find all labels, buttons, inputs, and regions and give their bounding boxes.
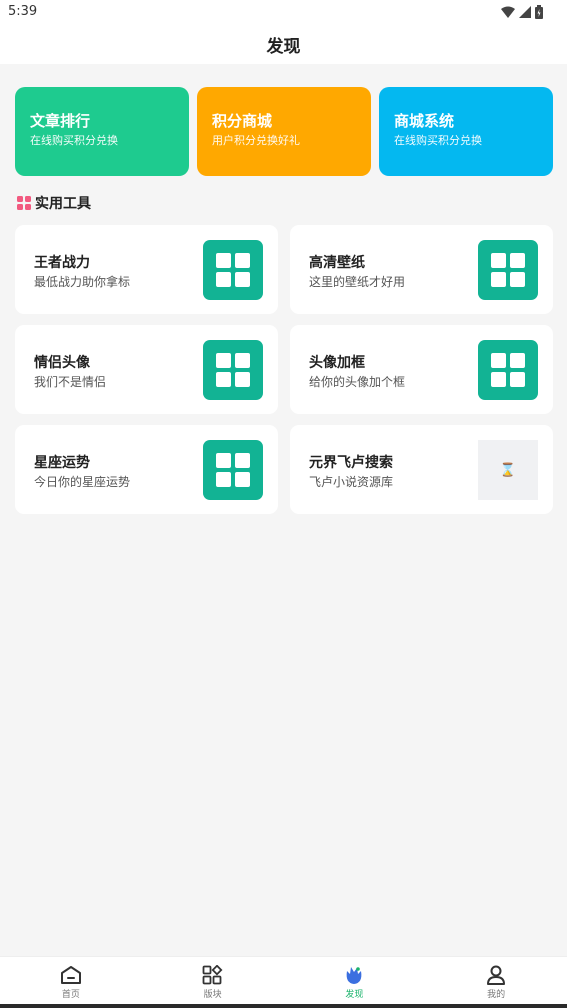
banner-article-ranking[interactable]: 文章排行 在线购买积分兑换: [15, 87, 189, 176]
signal-icon: [519, 6, 531, 18]
tool-title: 星座运势: [34, 455, 90, 471]
section-header: 实用工具: [17, 194, 91, 212]
grid-icon: [17, 196, 31, 210]
nav-label: 发现: [345, 990, 364, 1000]
page-title: 发现: [266, 37, 301, 57]
nav-label: 首页: [61, 990, 80, 1000]
home-indicator-bar: [0, 1004, 567, 1008]
tool-title: 元界飞卢搜索: [309, 455, 393, 471]
tool-subtitle: 今日你的星座运势: [34, 475, 131, 489]
nav-label: 版块: [203, 990, 222, 1000]
apps-icon: [202, 965, 223, 985]
status-time: 5:39: [8, 4, 38, 19]
tool-card-hd-wallpaper[interactable]: 高清壁纸 这里的壁纸才好用: [290, 225, 553, 314]
tool-title: 情侣头像: [34, 355, 90, 371]
banner-title: 文章排行: [30, 112, 91, 130]
banner-subtitle: 用户积分兑换好礼: [212, 134, 300, 147]
tool-subtitle: 我们不是情侣: [34, 375, 107, 389]
banner-row: 文章排行 在线购买积分兑换 积分商城 用户积分兑换好礼 商城系统 在线购买积分兑…: [15, 87, 553, 176]
grid-icon: [478, 340, 538, 400]
grid-icon: [478, 240, 538, 300]
tool-title: 高清壁纸: [309, 255, 365, 271]
nav-item-mine[interactable]: 我的: [425, 957, 567, 1005]
tool-subtitle: 飞卢小说资源库: [309, 475, 394, 489]
tool-card-couple-avatar[interactable]: 情侣头像 我们不是情侣: [15, 325, 278, 414]
image-placeholder: ⌛: [478, 440, 538, 500]
tool-subtitle: 最低战力助你拿标: [34, 275, 131, 289]
tool-card-avatar-frame[interactable]: 头像加框 给你的头像加个框: [290, 325, 553, 414]
banner-subtitle: 在线购买积分兑换: [394, 134, 482, 147]
bottom-nav: 首页 版块 发现 我的: [0, 956, 567, 1005]
tool-card-king-power[interactable]: 王者战力 最低战力助你拿标: [15, 225, 278, 314]
banner-title: 积分商城: [212, 112, 273, 130]
tool-subtitle: 给你的头像加个框: [309, 375, 406, 389]
grid-icon: [203, 240, 263, 300]
nav-item-home[interactable]: 首页: [0, 957, 142, 1005]
grid-icon: [203, 440, 263, 500]
battery-icon: [535, 5, 543, 19]
nav-item-discover[interactable]: 发现: [284, 957, 426, 1005]
wifi-icon: [501, 6, 515, 18]
nav-item-sections[interactable]: 版块: [142, 957, 284, 1005]
user-icon: [487, 965, 506, 985]
banner-subtitle: 在线购买积分兑换: [30, 134, 118, 147]
tool-card-feilu-search[interactable]: 元界飞卢搜索 飞卢小说资源库 ⌛: [290, 425, 553, 514]
home-icon: [60, 966, 81, 984]
hourglass-icon: ⌛: [499, 462, 517, 478]
tools-grid: 王者战力 最低战力助你拿标 高清壁纸 这里的壁纸才好用 情侣头像 我们不是情侣 …: [15, 225, 553, 514]
banner-mall-system[interactable]: 商城系统 在线购买积分兑换: [379, 87, 553, 176]
nav-label: 我的: [487, 990, 506, 1000]
app-bar: 发现: [0, 24, 567, 64]
tool-subtitle: 这里的壁纸才好用: [309, 275, 406, 289]
section-title: 实用工具: [35, 196, 91, 212]
banner-title: 商城系统: [394, 112, 455, 130]
banner-points-mall[interactable]: 积分商城 用户积分兑换好礼: [197, 87, 371, 176]
status-bar: 5:39: [0, 0, 567, 24]
discover-icon: [347, 967, 362, 984]
tool-card-horoscope[interactable]: 星座运势 今日你的星座运势: [15, 425, 278, 514]
status-icons: [501, 5, 543, 19]
tool-title: 头像加框: [309, 355, 365, 371]
tool-title: 王者战力: [34, 255, 90, 271]
grid-icon: [203, 340, 263, 400]
